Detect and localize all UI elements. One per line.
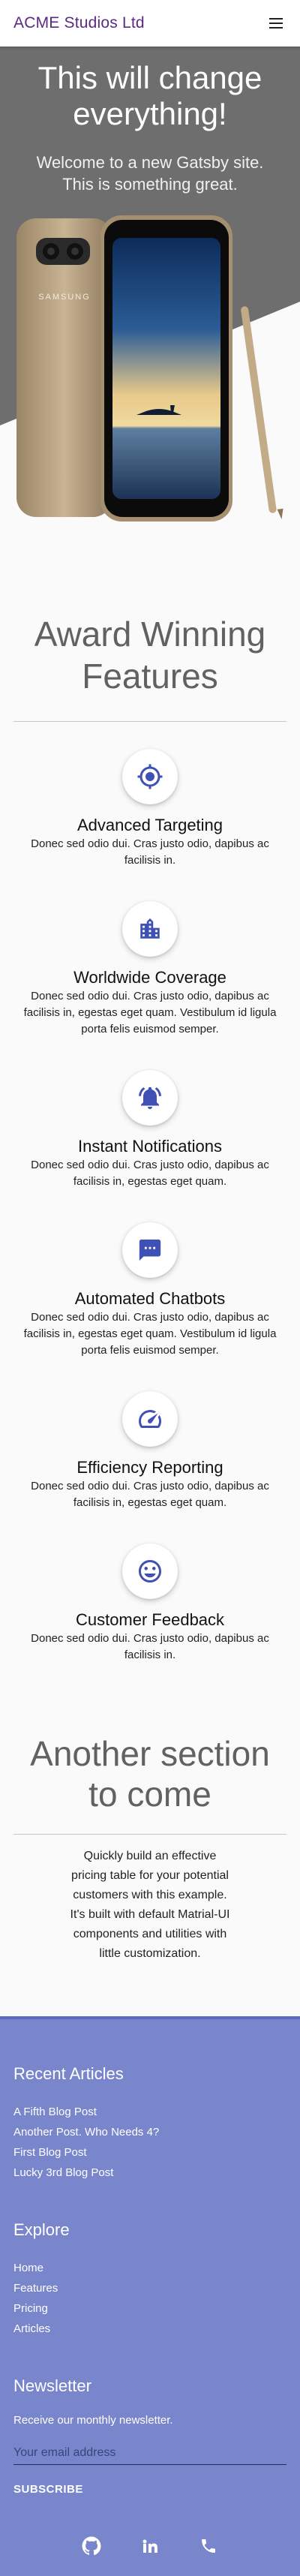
feature-title: Customer Feedback (75, 1610, 225, 1629)
recent-articles-heading: Recent Articles (14, 2064, 124, 2083)
feature-title: Automated Chatbots (74, 1289, 226, 1308)
explore-link-articles[interactable]: Articles (14, 2319, 286, 2339)
phone-brand-label: SAMSUNG (38, 293, 91, 302)
phone-icon[interactable] (198, 2535, 219, 2556)
feature-description: Donec sed odio dui. Cras justo odio, dap… (23, 990, 277, 1036)
divider (14, 721, 286, 722)
another-text: Quickly build an effective pricing table… (70, 1850, 230, 1960)
features-section: Award Winning Features Advanced Targetin… (0, 531, 300, 1726)
feature-item: Customer Feedback Donec sed odio dui. Cr… (14, 1543, 286, 1664)
bell-icon (122, 1070, 178, 1126)
feature-description: Donec sed odio dui. Cras justo odio, dap… (31, 1159, 269, 1188)
explore-link-home[interactable]: Home (14, 2258, 286, 2278)
feature-item: Efficiency Reporting Donec sed odio dui.… (14, 1391, 286, 1511)
smiley-icon (122, 1543, 178, 1599)
hero-subtitle: Welcome to a new Gatsby site. This is so… (36, 153, 264, 194)
feature-title: Instant Notifications (78, 1137, 222, 1156)
brand-title[interactable]: ACME Studios Ltd (14, 14, 145, 32)
chat-icon (122, 1222, 178, 1278)
newsletter-text: Receive our monthly newsletter. (14, 2414, 173, 2427)
feature-title: Advanced Targeting (76, 816, 224, 834)
recent-article-link[interactable]: Lucky 3rd Blog Post (14, 2163, 286, 2183)
explore-link-pricing[interactable]: Pricing (14, 2298, 286, 2319)
divider (14, 1834, 286, 1835)
feature-description: Donec sed odio dui. Cras justo odio, dap… (31, 1480, 269, 1509)
recent-articles-list: A Fifth Blog Post Another Post. Who Need… (14, 2102, 286, 2183)
app-bar: ACME Studios Ltd (0, 0, 300, 47)
building-icon (122, 901, 178, 957)
newsletter-heading: Newsletter (14, 2376, 92, 2395)
social-links (14, 2535, 286, 2556)
footer: Recent Articles A Fifth Blog Post Anothe… (0, 2016, 300, 2576)
features-title: Award Winning Features (34, 615, 266, 696)
feature-title: Efficiency Reporting (76, 1458, 224, 1477)
feature-item: Advanced Targeting Donec sed odio dui. C… (14, 749, 286, 869)
feature-title: Worldwide Coverage (74, 968, 226, 987)
menu-icon[interactable] (266, 13, 286, 34)
email-input[interactable] (14, 2442, 286, 2465)
github-icon[interactable] (81, 2535, 102, 2556)
hero-section: This will change everything! Welcome to … (0, 47, 300, 531)
recent-article-link[interactable]: First Blog Post (14, 2142, 286, 2163)
target-icon (122, 749, 178, 804)
feature-item: Automated Chatbots Donec sed odio dui. C… (14, 1222, 286, 1359)
explore-list: Home Features Pricing Articles (14, 2258, 286, 2339)
speedometer-icon (122, 1391, 178, 1447)
explore-heading: Explore (14, 2220, 70, 2239)
linkedin-icon[interactable] (140, 2535, 160, 2556)
subscribe-button[interactable]: SUBSCRIBE (14, 2483, 83, 2496)
hero-title: This will change everything! (38, 60, 262, 131)
feature-description: Donec sed odio dui. Cras justo odio, dap… (31, 837, 269, 867)
feature-item: Worldwide Coverage Donec sed odio dui. C… (14, 901, 286, 1038)
explore-link-features[interactable]: Features (14, 2278, 286, 2298)
feature-description: Donec sed odio dui. Cras justo odio, dap… (23, 1311, 277, 1357)
another-section: Another section to come Quickly build an… (0, 1726, 300, 2016)
feature-item: Instant Notifications Donec sed odio dui… (14, 1070, 286, 1190)
feature-description: Donec sed odio dui. Cras justo odio, dap… (31, 1632, 269, 1661)
phone-illustration: SAMSUNG (16, 215, 284, 522)
recent-article-link[interactable]: A Fifth Blog Post (14, 2102, 286, 2122)
recent-article-link[interactable]: Another Post. Who Needs 4? (14, 2122, 286, 2142)
another-title: Another section to come (30, 1734, 270, 1814)
